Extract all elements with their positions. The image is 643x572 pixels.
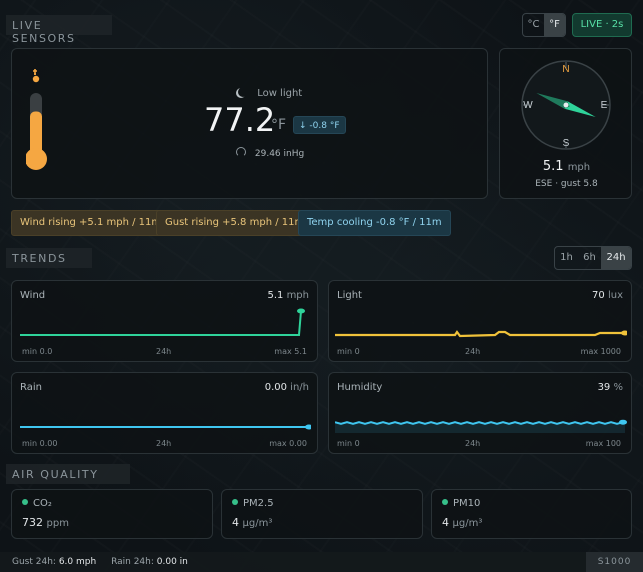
condition-row: Low light: [238, 87, 302, 99]
trend-max: max 5.1: [274, 347, 307, 356]
sparkline-endpoint: [619, 419, 627, 425]
gust-label: Gust 24h:: [12, 557, 56, 567]
aq-card-co2[interactable]: CO₂ 732 ppm: [11, 489, 213, 539]
trend-card-rain[interactable]: Rain 0.00 in/h min 0.00 24h max 0.00: [11, 372, 318, 454]
thermometer-icon: [26, 69, 47, 170]
trend-min: min 0: [337, 347, 360, 356]
trends-title: TRENDS: [6, 248, 92, 268]
wind-speed-value: 5.1: [542, 159, 564, 174]
gauge-icon: [236, 147, 246, 157]
weather-card: Low light 77.2 °F ↓ -0.8 °F 29.46 inHg: [11, 48, 488, 199]
compass-dial: N E S W: [521, 60, 611, 150]
trend-min: min 0.0: [22, 347, 53, 356]
gust-value: 6.0 mph: [58, 557, 97, 567]
trend-title: Light: [337, 290, 362, 301]
wind-speed-unit: mph: [567, 162, 591, 173]
temp-delta-badge: ↓ -0.8 °F: [293, 116, 346, 134]
rain-value: 0.00 in: [156, 557, 188, 567]
trend-value: 5.1 mph: [267, 290, 309, 301]
live-sensors-title: LIVE SENSORS: [6, 15, 112, 45]
footer-bar: Gust 24h: 6.0 mph Rain 24h: 0.00 in S100…: [0, 552, 643, 572]
trend-max: max 0.00: [269, 439, 307, 448]
unit-c-button[interactable]: °C: [523, 14, 544, 36]
sparkline: [335, 419, 627, 433]
alert-chip[interactable]: Temp cooling -0.8 °F / 11m: [298, 210, 451, 236]
compass-n: N: [562, 64, 569, 75]
compass-e: E: [601, 100, 608, 111]
range-24h-button[interactable]: 24h: [601, 247, 631, 269]
wind-compass-card: N E S W 5.1 mph ESE · gust 5.8: [499, 48, 632, 199]
sparkline: [20, 424, 311, 430]
trend-max: max 1000: [580, 347, 621, 356]
range-6h-button[interactable]: 6h: [578, 247, 601, 269]
wind-detail: ESE · gust 5.8: [535, 179, 598, 189]
sparkline-path: [335, 330, 625, 338]
condition-label: Low light: [257, 88, 303, 99]
trend-value: 70 lux: [592, 290, 623, 301]
device-id: S1000: [586, 552, 643, 572]
footer-stats: Gust 24h: 6.0 mph Rain 24h: 0.00 in: [12, 557, 188, 567]
sparkline-endpoint: [297, 308, 305, 314]
temperature-value: 77.2: [204, 101, 276, 139]
trend-range: 24h: [156, 439, 172, 448]
air-quality-title: AIR QUALITY: [6, 464, 130, 484]
sparkline: [20, 308, 305, 336]
trend-min: min 0.00: [22, 439, 58, 448]
trend-value: 0.00 in/h: [264, 382, 309, 393]
moon-icon: [238, 87, 248, 97]
trend-value: 39 %: [597, 382, 623, 393]
aq-value: 4 μg/m³: [442, 516, 483, 529]
temperature-unit: °F: [271, 117, 287, 133]
trend-max: max 100: [585, 439, 621, 448]
aq-value: 732 ppm: [22, 516, 69, 529]
trend-range: 24h: [465, 347, 481, 356]
trend-range: 24h: [465, 439, 481, 448]
alert-chip[interactable]: Gust rising +5.8 mph / 11m: [156, 210, 314, 236]
trend-range: 24h: [156, 347, 172, 356]
trend-card-light[interactable]: Light 70 lux min 0 24h max 1000: [328, 280, 632, 362]
pressure-value: 29.46 inHg: [254, 149, 305, 159]
trend-title: Wind: [20, 290, 46, 301]
status-dot-icon: [442, 499, 448, 505]
trend-card-wind[interactable]: Wind 5.1 mph min 0.0 24h max 5.1: [11, 280, 318, 362]
aq-card-pm10[interactable]: PM10 4 μg/m³: [431, 489, 632, 539]
alert-chip[interactable]: Wind rising +5.1 mph / 11m: [11, 210, 171, 236]
trend-card-humidity[interactable]: Humidity 39 % min 0 24h max 100: [328, 372, 632, 454]
status-dot-icon: [22, 499, 28, 505]
sparkline-endpoint: [621, 330, 627, 336]
trend-title: Rain: [20, 382, 42, 393]
rain-label: Rain 24h:: [111, 557, 154, 567]
unit-toggle[interactable]: °C °F: [522, 13, 566, 37]
wind-speed-row: 5.1 mph: [500, 159, 633, 174]
aq-label: PM2.5: [232, 498, 274, 509]
aq-label: PM10: [442, 498, 480, 509]
sparkline: [335, 330, 627, 338]
compass-s: S: [563, 138, 570, 149]
status-dot-icon: [232, 499, 238, 505]
range-1h-button[interactable]: 1h: [555, 247, 578, 269]
range-toggle[interactable]: 1h 6h 24h: [554, 246, 632, 270]
live-badge[interactable]: LIVE · 2s: [572, 13, 632, 37]
trend-title: Humidity: [337, 382, 383, 393]
sparkline-path: [20, 310, 302, 336]
pressure-row: 29.46 inHg: [236, 147, 304, 159]
aq-card-pm25[interactable]: PM2.5 4 μg/m³: [221, 489, 423, 539]
sparkline-endpoint: [305, 424, 311, 430]
unit-f-button[interactable]: °F: [544, 14, 565, 36]
trend-min: min 0: [337, 439, 360, 448]
aq-label: CO₂: [22, 498, 52, 509]
compass-w: W: [523, 100, 533, 111]
aq-value: 4 μg/m³: [232, 516, 273, 529]
